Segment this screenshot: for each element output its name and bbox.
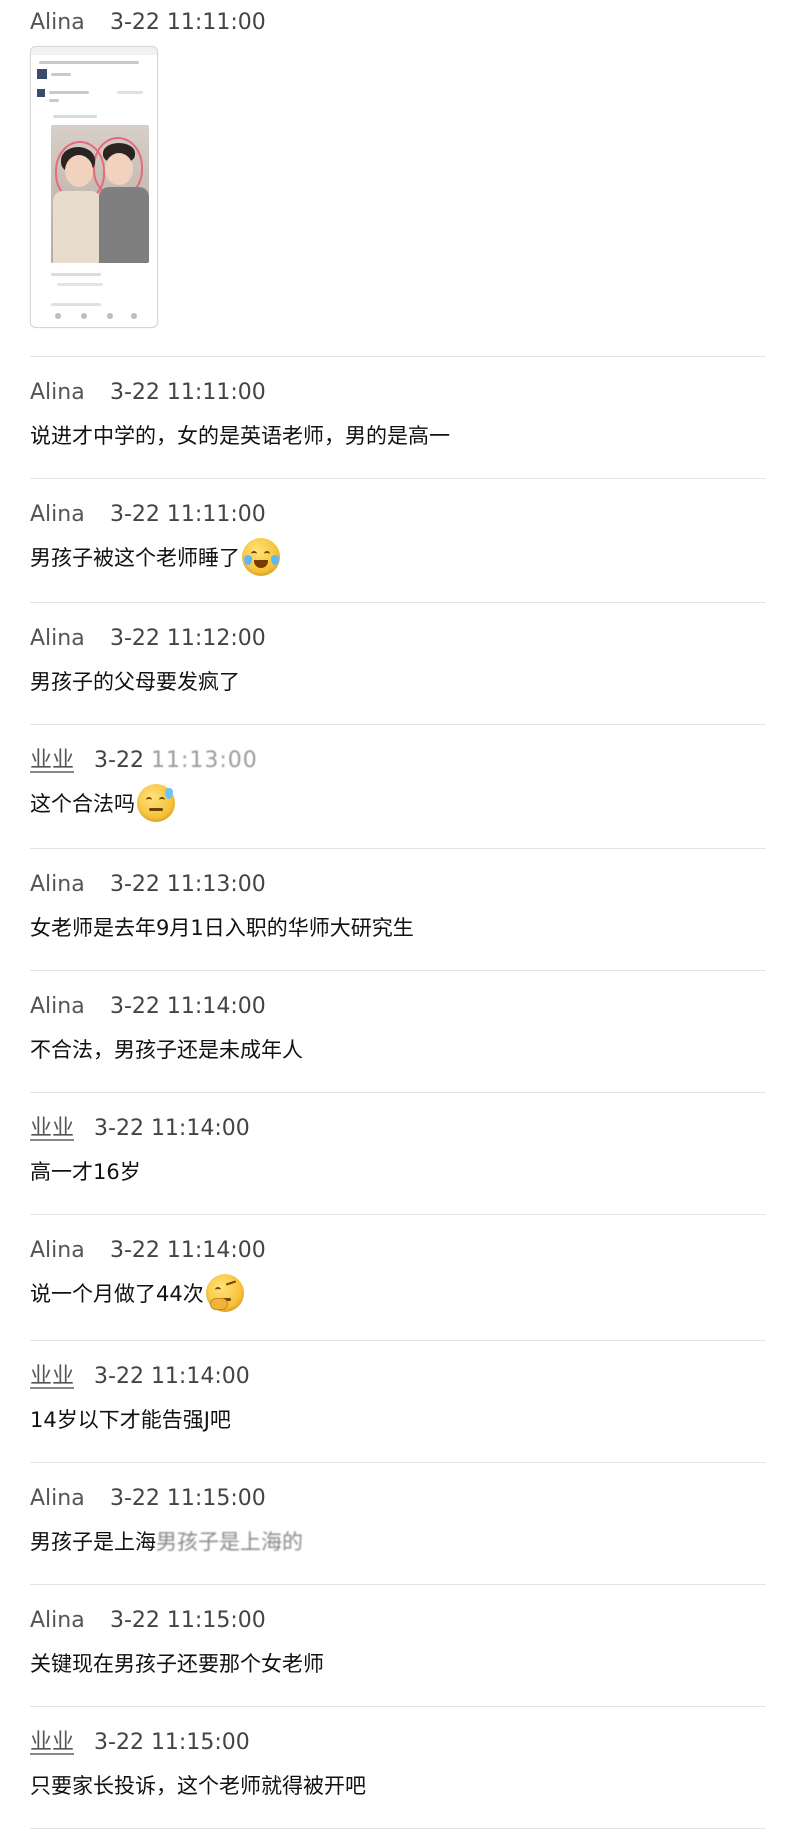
thumbnail-text-line — [51, 273, 101, 276]
message-text: 男孩子被这个老师睡了 — [30, 538, 280, 576]
message-text: 不合法，男孩子还是未成年人 — [30, 1038, 303, 1062]
thumbnail-text-line — [57, 283, 103, 286]
message-text: 高一才16岁 — [30, 1160, 141, 1184]
sender-name[interactable]: Alina — [30, 500, 90, 530]
message-text-content: 男孩子被这个老师睡了 — [30, 546, 240, 570]
nav-dot-icon — [107, 313, 113, 319]
divider — [30, 1214, 766, 1215]
thumbnail-text-line — [51, 303, 101, 306]
message-header: Alina 3-22 11:11:00 — [30, 8, 266, 38]
message-header: Alina 3-22 11:11:00 — [30, 500, 266, 530]
message-text-smudged: 男孩子是上海的 — [156, 1530, 303, 1554]
shirt — [53, 191, 101, 263]
timestamp: 3-22 11:13:00 — [110, 872, 266, 897]
message-text: 关键现在男孩子还要那个女老师 — [30, 1652, 324, 1676]
message-header: Alina 3-22 11:11:00 — [30, 378, 266, 408]
thinking-emoji-icon — [205, 1274, 244, 1312]
sender-name[interactable]: Alina — [30, 992, 90, 1022]
message-text: 说进才中学的，女的是英语老师，男的是高一 — [30, 424, 450, 448]
divider — [30, 724, 766, 725]
message-header: 业业 3-22 11:15:00 — [30, 1728, 250, 1758]
cold-sweat-emoji-icon — [137, 784, 175, 822]
sender-name[interactable]: Alina — [30, 378, 90, 408]
timestamp: 3-22 11:14:00 — [110, 994, 266, 1019]
thumbnail-avatar — [37, 69, 47, 79]
timestamp: 3-22 11:12:00 — [110, 626, 266, 651]
divider — [30, 602, 766, 603]
couple-photo — [51, 125, 149, 263]
timestamp: 3-22 — [94, 748, 144, 773]
message-text-content: 说一个月做了44次 — [30, 1282, 204, 1306]
message-header: 业业 3-22 11:14:00 — [30, 1362, 250, 1392]
thumbnail-text-line — [53, 115, 97, 118]
shared-screenshot-thumbnail[interactable] — [30, 46, 158, 328]
message-text: 男孩子的父母要发疯了 — [30, 670, 240, 694]
thumbnail-text-line — [51, 73, 71, 76]
message-text: 14岁以下才能告强J吧 — [30, 1408, 231, 1432]
nav-dot-icon — [55, 313, 61, 319]
timestamp: 3-22 11:11:00 — [110, 380, 266, 405]
thumbnail-status-bar — [31, 47, 157, 55]
sender-name[interactable]: 业业 — [30, 1114, 74, 1144]
timestamp: 3-22 11:15:00 — [94, 1730, 250, 1755]
timestamp: 3-22 11:15:00 — [110, 1486, 266, 1511]
divider — [30, 356, 766, 357]
sender-name[interactable]: Alina — [30, 1484, 90, 1514]
face — [105, 153, 133, 185]
timestamp: 3-22 11:11:00 — [110, 10, 266, 35]
message-header: Alina 3-22 11:14:00 — [30, 1236, 266, 1266]
message-text-content: 男孩子是上海 — [30, 1530, 156, 1554]
message-header: Alina 3-22 11:14:00 — [30, 992, 266, 1022]
timestamp: 3-22 11:14:00 — [94, 1116, 250, 1141]
timestamp: 3-22 11:14:00 — [110, 1238, 266, 1263]
divider — [30, 1092, 766, 1093]
divider — [30, 1706, 766, 1707]
message-header: 业业 3-22 11:14:00 — [30, 1114, 250, 1144]
divider — [30, 1828, 766, 1829]
shirt — [99, 187, 149, 263]
message-header: Alina 3-22 11:13:00 — [30, 870, 266, 900]
message-text: 这个合法吗 — [30, 784, 175, 822]
divider — [30, 1584, 766, 1585]
sender-name[interactable]: Alina — [30, 1606, 90, 1636]
message-text-content: 这个合法吗 — [30, 792, 135, 816]
sender-name[interactable]: 业业 — [30, 1362, 74, 1392]
laughing-crying-emoji-icon — [242, 538, 280, 576]
message-text: 男孩子是上海男孩子是上海的 — [30, 1524, 303, 1560]
divider — [30, 970, 766, 971]
sender-name[interactable]: 业业 — [30, 746, 74, 776]
message-header: Alina 3-22 11:15:00 — [30, 1484, 266, 1514]
message-header: Alina 3-22 11:15:00 — [30, 1606, 266, 1636]
thumbnail-text-line — [39, 61, 139, 64]
timestamp: 3-22 11:15:00 — [110, 1608, 266, 1633]
sender-name[interactable]: Alina — [30, 870, 90, 900]
nav-dot-icon — [131, 313, 137, 319]
message-header: 业业 3-22 11:13:00 — [30, 746, 258, 776]
message-text: 女老师是去年9月1日入职的华师大研究生 — [30, 916, 414, 940]
sender-name[interactable]: 业业 — [30, 1728, 74, 1758]
face — [65, 155, 93, 187]
divider — [30, 1340, 766, 1341]
chat-log: Alina 3-22 11:11:00 Alina 3-22 11:11:00 … — [0, 0, 800, 1840]
thumbnail-text-line — [117, 91, 143, 94]
divider — [30, 1462, 766, 1463]
sender-name[interactable]: Alina — [30, 624, 90, 654]
thumbnail-text-line — [49, 99, 59, 102]
divider — [30, 848, 766, 849]
message-header: Alina 3-22 11:12:00 — [30, 624, 266, 654]
timestamp: 3-22 11:11:00 — [110, 502, 266, 527]
timestamp: 3-22 11:14:00 — [94, 1364, 250, 1389]
nav-dot-icon — [81, 313, 87, 319]
thumbnail-text-line — [49, 91, 89, 94]
sender-name[interactable]: Alina — [30, 1236, 90, 1266]
divider — [30, 478, 766, 479]
timestamp-smudged: 11:13:00 — [150, 748, 258, 773]
thumbnail-avatar — [37, 89, 45, 97]
sender-name[interactable]: Alina — [30, 8, 90, 38]
message-text: 说一个月做了44次 — [30, 1274, 244, 1312]
message-text: 只要家长投诉，这个老师就得被开吧 — [30, 1774, 366, 1798]
